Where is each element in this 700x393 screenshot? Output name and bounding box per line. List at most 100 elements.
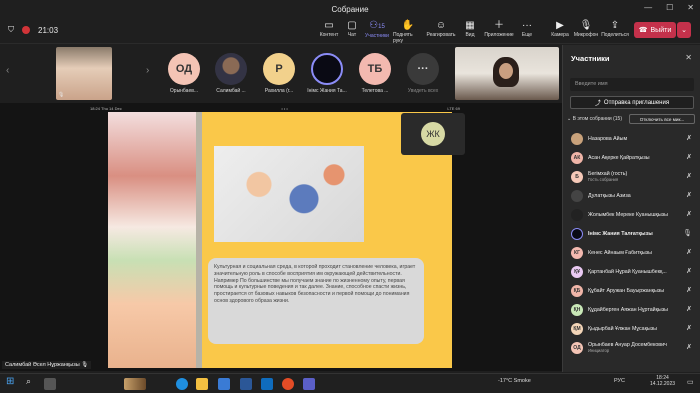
close-window-icon[interactable]: ✕ — [687, 3, 694, 12]
see-all-button[interactable]: ··· Увидеть всех — [406, 53, 440, 94]
notification-icon[interactable]: ▭ — [687, 378, 694, 386]
gallery-participant[interactable]: ТБ Телетова ... — [358, 53, 392, 94]
section-header-in-meeting[interactable]: ⌄ В этом собрании (15) — [567, 116, 622, 122]
weather-label[interactable]: -17°C Smoke — [498, 378, 531, 384]
toolbar-view-button[interactable]: ▦ Вид — [455, 20, 485, 38]
mic-muted-icon: ✗ — [686, 268, 692, 275]
list-item[interactable]: ҚН Құдайберген Аяжан Нұртайқызы ✗ — [563, 300, 700, 319]
toolbar-participants-button[interactable]: ⚇15 Участники — [362, 20, 392, 39]
task-view-icon[interactable] — [44, 378, 56, 390]
participants-panel: Участники ✕ Введите имя ⤴ Отправка пригл… — [562, 45, 700, 372]
avatar: ҚМ — [571, 322, 583, 335]
maximize-icon[interactable]: ☐ — [666, 3, 673, 12]
view-icon: ▦ — [465, 20, 475, 31]
gallery-participant[interactable]: Салимбай ... — [214, 53, 248, 94]
toolbar-share-button[interactable]: ⇪ Поделиться — [600, 20, 630, 38]
share-tray-icon: ⇪ — [610, 20, 620, 31]
gallery-participant[interactable]: ОД Орынбаев... — [167, 53, 201, 94]
leave-button[interactable]: ☎ Выйти — [634, 22, 676, 38]
mic-muted-icon: ✗ — [686, 135, 692, 142]
recording-icon — [22, 26, 30, 34]
list-item[interactable]: АК Асан Ақерке Қайратқызы ✗ — [563, 148, 700, 167]
chevron-right-icon[interactable]: › — [146, 65, 149, 76]
leave-options-button[interactable]: ⌄ — [677, 22, 691, 38]
list-item[interactable]: ҚҰ Қартанбай Нұрай Қуанышбекқ... ✗ — [563, 262, 700, 281]
toolbar-more-button[interactable]: ··· Еще — [512, 20, 542, 38]
list-item[interactable]: Дулатқызы Азиза ✗ — [563, 186, 700, 205]
list-item[interactable]: КГ Кенес Айнаым Ғабитқызы ✗ — [563, 243, 700, 262]
word-icon[interactable] — [240, 378, 252, 390]
windows-start-icon[interactable]: ⊞ — [6, 376, 18, 388]
list-item[interactable]: Жолымбек Мереке Куанышқызы ✗ — [563, 205, 700, 224]
avatar — [571, 208, 583, 221]
share-icon: ⤴ — [594, 101, 601, 107]
camera-icon: ▶ — [556, 20, 564, 31]
clock[interactable]: 18:24 14.12.2023 — [650, 375, 675, 387]
teams-icon[interactable] — [303, 378, 315, 390]
toolbar-apps-button[interactable]: ＋ Приложение — [484, 20, 514, 38]
avatar: Р — [263, 53, 295, 85]
avatar: Б — [571, 170, 583, 183]
mute-all-button[interactable]: Отключить все мик... — [629, 114, 695, 124]
people-icon: ⚇15 — [369, 20, 385, 31]
participant-overlay-tile[interactable]: ЖК — [401, 113, 465, 155]
presenter-name-label: Салимбай Әсел Нұржанқызы 🎙 — [2, 361, 92, 369]
mic-muted-icon: ✗ — [686, 306, 692, 313]
avatar — [571, 132, 583, 145]
mic-muted-icon: 🎙 — [81, 362, 89, 368]
toolbar-raise-hand-button[interactable]: ✋ Поднять руку — [393, 20, 423, 44]
minimize-icon[interactable]: — — [644, 3, 652, 12]
participant-gallery: ‹ 🎙 › ОД Орынбаев... Салимбай ... Р Рахи… — [0, 45, 562, 103]
more-icon: ··· — [407, 53, 439, 85]
edge-icon[interactable] — [176, 378, 188, 390]
avatar: АК — [571, 151, 583, 164]
participant-list: Назарова Айым ✗ АК Асан Ақерке Қайратқыз… — [563, 129, 700, 357]
avatar: ҚҰ — [571, 265, 583, 278]
slide-divider — [196, 112, 202, 368]
chevron-left-icon[interactable]: ‹ — [6, 65, 9, 76]
file-explorer-icon[interactable] — [196, 378, 208, 390]
avatar — [571, 227, 583, 240]
apps-icon: ＋ — [494, 20, 504, 31]
toolbar-mic-button[interactable]: 🎙 Микрофон — [571, 20, 601, 38]
mic-muted-icon: ✗ — [686, 211, 692, 218]
children-photo-left — [108, 112, 196, 368]
send-invite-button[interactable]: ⤴ Отправка приглашения — [570, 96, 694, 109]
chat-icon: ▢ — [347, 20, 357, 31]
avatar: ОД — [168, 53, 200, 85]
mic-muted-icon: 🎙 — [58, 92, 65, 98]
list-item[interactable]: ОД Орынбаев Ануар Досембекович Инициатор … — [563, 338, 700, 357]
smile-icon: ☺ — [435, 20, 447, 31]
list-item[interactable]: Iнiмс Жания Талғатқызы 🎙 — [563, 224, 700, 243]
avatar: ОД — [571, 341, 583, 354]
news-widget-icon[interactable] — [124, 378, 146, 390]
teams-meeting-window: Собрание — ☐ ✕ ⛉ 21:03 ▭ Контент ▢ Чат ⚇… — [0, 0, 700, 393]
mic-muted-icon: ✗ — [686, 154, 692, 161]
avatar: ЖК — [421, 122, 445, 146]
meeting-toolbar: ⛉ 21:03 ▭ Контент ▢ Чат ⚇15 Участники ✋ … — [0, 18, 700, 44]
list-item[interactable]: ҚБ Құбайт Аружан Бауыржанқызы ✗ — [563, 281, 700, 300]
mail-icon[interactable] — [261, 378, 273, 390]
avatar: КГ — [571, 246, 583, 259]
list-item[interactable]: ҚМ Қыдырбай Ұлжан Мұсақызы ✗ — [563, 319, 700, 338]
chrome-icon[interactable] — [282, 378, 294, 390]
search-icon[interactable]: ⌕ — [26, 376, 38, 388]
mic-on-icon: 🎙 — [683, 230, 692, 237]
gallery-participant[interactable]: Р Рахилла (г... — [262, 53, 296, 94]
mic-muted-icon: ✗ — [686, 192, 692, 199]
video-thumb-teacher[interactable] — [455, 47, 559, 100]
mic-muted-icon: ✗ — [686, 287, 692, 294]
windows-taskbar: ⊞ ⌕ -17°C Smoke РУС 18:24 14.12.2023 ▭ — [0, 373, 700, 393]
participant-search-input[interactable]: Введите имя — [570, 78, 694, 91]
mic-muted-icon: ✗ — [686, 344, 692, 351]
language-indicator[interactable]: РУС — [614, 378, 625, 384]
list-item[interactable]: Назарова Айым ✗ — [563, 129, 700, 148]
slide-text-box: Культурная и социальная среда, в которой… — [208, 258, 424, 344]
gallery-participant[interactable]: Iнiмс Жания Та... — [307, 53, 347, 94]
store-icon[interactable] — [218, 378, 230, 390]
toolbar-react-button[interactable]: ☺ Реагировать — [426, 20, 456, 38]
close-icon[interactable]: ✕ — [685, 53, 692, 62]
children-drawing-photo — [214, 146, 364, 242]
video-thumb-self[interactable]: 🎙 — [56, 47, 112, 100]
list-item[interactable]: Б Бегімхай (гость) Гость собрания ✗ — [563, 167, 700, 186]
